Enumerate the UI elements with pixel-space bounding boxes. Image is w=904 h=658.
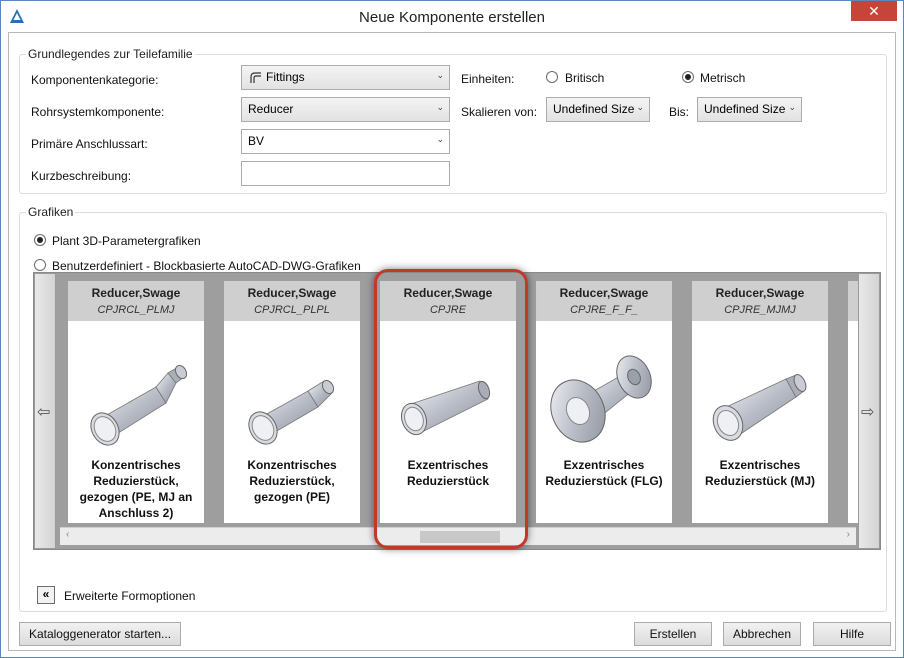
concentric-reducer-image xyxy=(90,364,188,446)
selection-highlight xyxy=(374,269,528,549)
card-type: Reducer,Swage xyxy=(247,286,337,300)
card-code: CPJRCL_PLPL xyxy=(254,304,330,316)
card-description: Konzentrisches Reduzierstück, gezogen (P… xyxy=(79,458,193,520)
create-button[interactable]: Erstellen xyxy=(634,622,712,646)
gallery-next-button[interactable]: ⇨ xyxy=(858,273,880,549)
scale-from-label: Skalieren von: xyxy=(461,105,538,119)
graphics-parametric-label: Plant 3D-Parametergrafiken xyxy=(52,234,201,248)
component-dropdown[interactable]: Reducer ⌄ xyxy=(241,97,450,122)
category-dropdown[interactable]: Fittings ⌄ xyxy=(241,65,450,90)
card-header: Reducer,Swage CPJRE_F_F_ xyxy=(536,281,672,321)
units-imperial-label: Britisch xyxy=(565,71,605,85)
scale-from-dropdown[interactable]: Undefined Size ⌄ xyxy=(546,97,650,122)
concentric-reducer-image xyxy=(248,379,335,445)
chevron-down-icon: ⌄ xyxy=(436,102,444,112)
card-header: Reducer,Swage CPJRCL_PLMJ xyxy=(68,281,204,321)
chevron-down-icon: ⌄ xyxy=(636,102,644,112)
card-description: Exzentrisches Reduzierstück (MJ) xyxy=(704,458,816,488)
graphics-custom-radio[interactable] xyxy=(34,259,46,271)
units-label: Einheiten: xyxy=(461,72,515,86)
card-type: Reducer,Swage xyxy=(91,286,181,300)
cancel-button[interactable]: Abbrechen xyxy=(723,622,801,646)
title-bar: Neue Komponente erstellen ✕ xyxy=(1,1,903,32)
flanged-eccentric-reducer-image xyxy=(550,355,652,443)
short-desc-input[interactable] xyxy=(241,161,450,186)
connection-label: Primäre Anschlussart: xyxy=(31,137,148,151)
component-label: Rohrsystemkomponente: xyxy=(31,105,165,119)
category-value: Fittings xyxy=(266,70,305,84)
component-card-partial[interactable] xyxy=(848,281,858,523)
card-description: Exzentrisches Reduzierstück (FLG) xyxy=(545,458,663,488)
basics-legend: Grundlegendes zur Teilefamilie xyxy=(26,47,195,61)
chevron-down-icon: ⌄ xyxy=(436,70,444,80)
units-metric-label: Metrisch xyxy=(700,71,746,85)
gallery-prev-button[interactable]: ⇦ xyxy=(34,273,56,549)
card-type: Reducer,Swage xyxy=(559,286,649,300)
arrow-right-icon: ⇨ xyxy=(861,404,875,421)
card-type: Reducer,Swage xyxy=(715,286,805,300)
graphics-custom-label: Benutzerdefiniert - Blockbasierte AutoCA… xyxy=(52,259,361,273)
chevron-down-icon: ⌄ xyxy=(436,134,444,144)
window-title: Neue Komponente erstellen xyxy=(359,9,545,26)
component-card[interactable]: Reducer,Swage CPJRE_MJMJ Exzentrisches R… xyxy=(692,281,828,523)
connection-value: BV xyxy=(248,134,265,148)
card-header xyxy=(848,281,858,321)
scale-to-value: Undefined Size xyxy=(704,102,786,116)
chevron-right-icon[interactable]: › xyxy=(847,529,850,540)
category-label: Komponentenkategorie: xyxy=(31,73,159,87)
card-code: CPJRCL_PLMJ xyxy=(97,304,175,316)
dialog-window: Neue Komponente erstellen ✕ Grundlegende… xyxy=(0,0,904,658)
card-description: Konzentrisches Reduzierstück, gezogen (P… xyxy=(247,458,337,504)
arrow-left-icon: ⇦ xyxy=(37,404,51,421)
component-card[interactable]: Reducer,Swage CPJRE_F_F_ Exzentrisches R… xyxy=(536,281,672,523)
advanced-options-label: Erweiterte Formoptionen xyxy=(64,589,196,603)
component-card[interactable]: Reducer,Swage CPJRCL_PLMJ Konzentrisches… xyxy=(68,281,204,523)
close-button[interactable]: ✕ xyxy=(851,1,897,21)
dialog-body: Grundlegendes zur Teilefamilie Komponent… xyxy=(8,32,896,651)
card-code: CPJRE_F_F_ xyxy=(570,304,638,316)
units-metric-radio[interactable] xyxy=(682,71,694,83)
scale-from-value: Undefined Size xyxy=(553,102,635,116)
connection-dropdown[interactable]: BV ⌄ xyxy=(241,129,450,154)
component-value: Reducer xyxy=(248,102,294,116)
mj-eccentric-reducer-image xyxy=(712,374,807,441)
help-button[interactable]: Hilfe xyxy=(813,622,891,646)
graphics-legend: Grafiken xyxy=(26,205,76,219)
double-chevron-left-icon[interactable]: « xyxy=(37,586,55,604)
chevron-left-icon[interactable]: ‹ xyxy=(66,529,69,540)
units-imperial-radio[interactable] xyxy=(546,71,558,83)
catalog-generator-button[interactable]: Kataloggenerator starten... xyxy=(19,622,181,646)
scale-to-dropdown[interactable]: Undefined Size ⌄ xyxy=(697,97,802,122)
fitting-icon xyxy=(250,72,261,83)
short-desc-label: Kurzbeschreibung: xyxy=(31,169,132,183)
component-card[interactable]: Reducer,Swage CPJRCL_PLPL Konzentrisches… xyxy=(224,281,360,523)
graphics-parametric-radio[interactable] xyxy=(34,234,46,246)
card-header: Reducer,Swage CPJRE_MJMJ xyxy=(692,281,828,321)
scale-to-label: Bis: xyxy=(669,105,690,119)
chevron-down-icon: ⌄ xyxy=(788,102,796,112)
card-code: CPJRE_MJMJ xyxy=(724,304,796,316)
card-header: Reducer,Swage CPJRCL_PLPL xyxy=(224,281,360,321)
